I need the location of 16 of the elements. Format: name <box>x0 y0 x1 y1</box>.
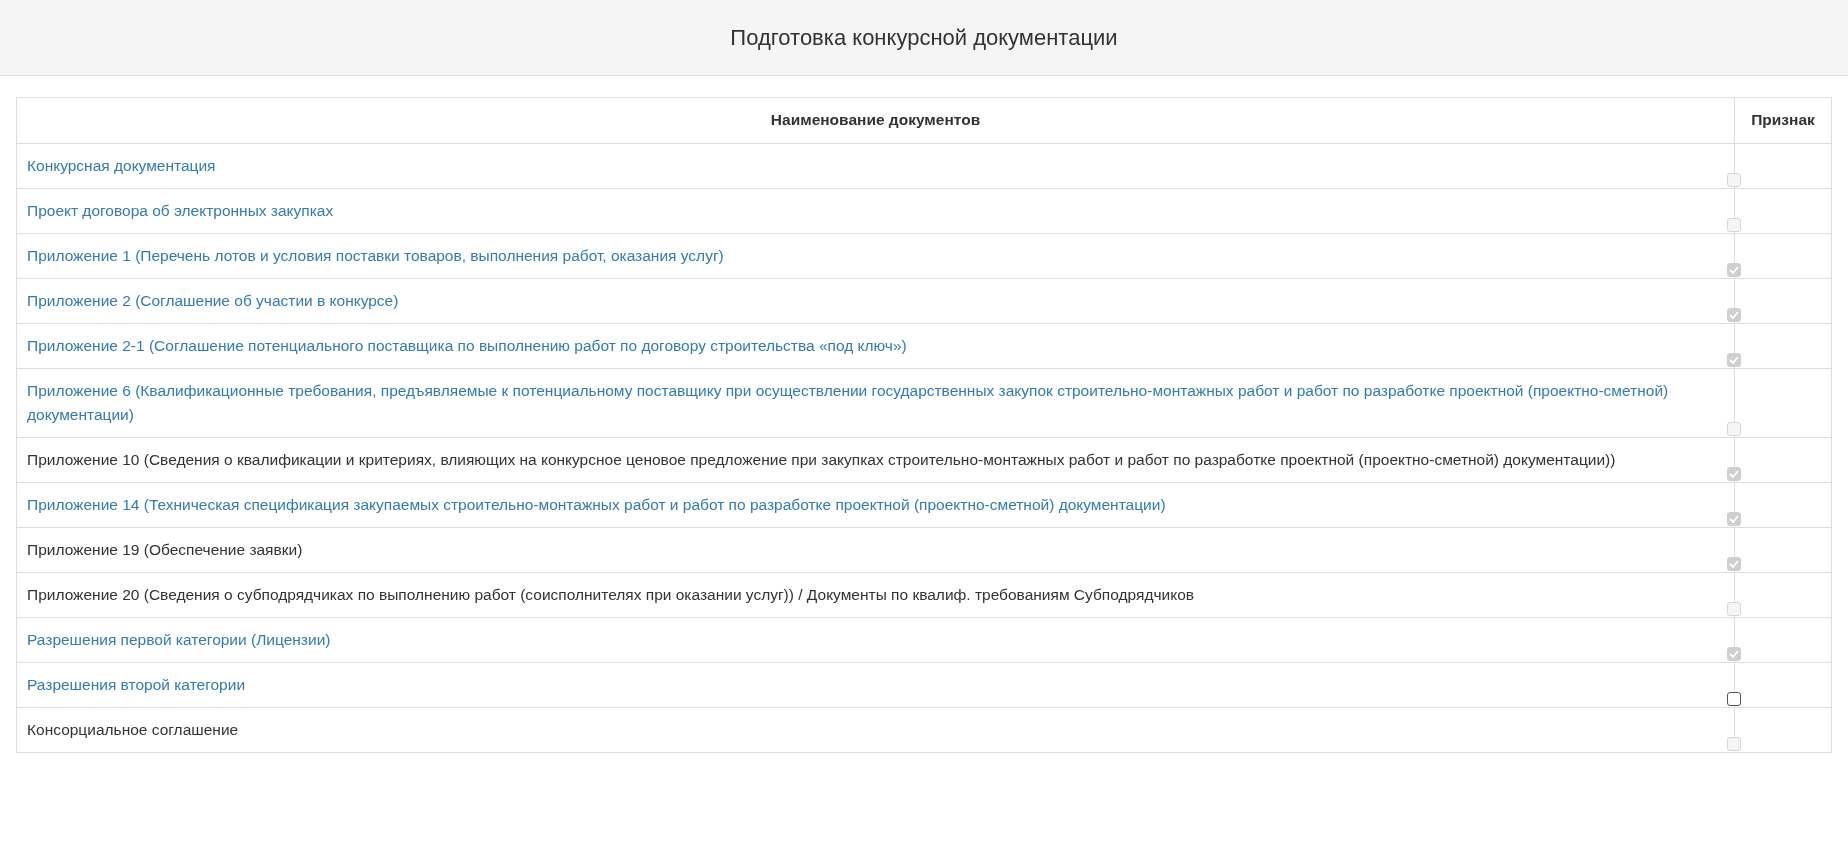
checkmark-icon <box>1729 560 1739 569</box>
checkbox[interactable] <box>1727 692 1741 707</box>
checkmark-icon <box>1729 515 1739 524</box>
column-header: Признак <box>1734 97 1832 144</box>
checkmark-icon <box>1729 356 1739 365</box>
document-link[interactable]: Разрешения второй категории <box>27 673 246 708</box>
checkmark-icon <box>1729 650 1739 659</box>
page-title: Подготовка конкурсной документации <box>730 24 1118 51</box>
column-header: Наименование документов <box>16 97 1735 144</box>
checkmark-icon <box>1729 311 1739 320</box>
document-name: Консорциальное соглашение <box>27 720 239 741</box>
document-name: Приложение 19 (Обеспечение заявки) <box>27 540 303 561</box>
checkmark-icon <box>1729 470 1739 479</box>
document-name: Приложение 10 (Сведения о квалификации и критериях, влияющих на конкурсное ценовое предложение при закупках строительно-монтажных работ и работ по разработке проектной (проектно-сметной) документации)) <box>27 450 1616 471</box>
checkmark-icon <box>1729 266 1739 275</box>
document-name: Приложение 20 (Сведения о субподрядчиках по выполнению работ (соисполнителях при оказании услуг)) / Документы по квалиф. требованиям Субподрядчиков <box>27 585 1194 606</box>
